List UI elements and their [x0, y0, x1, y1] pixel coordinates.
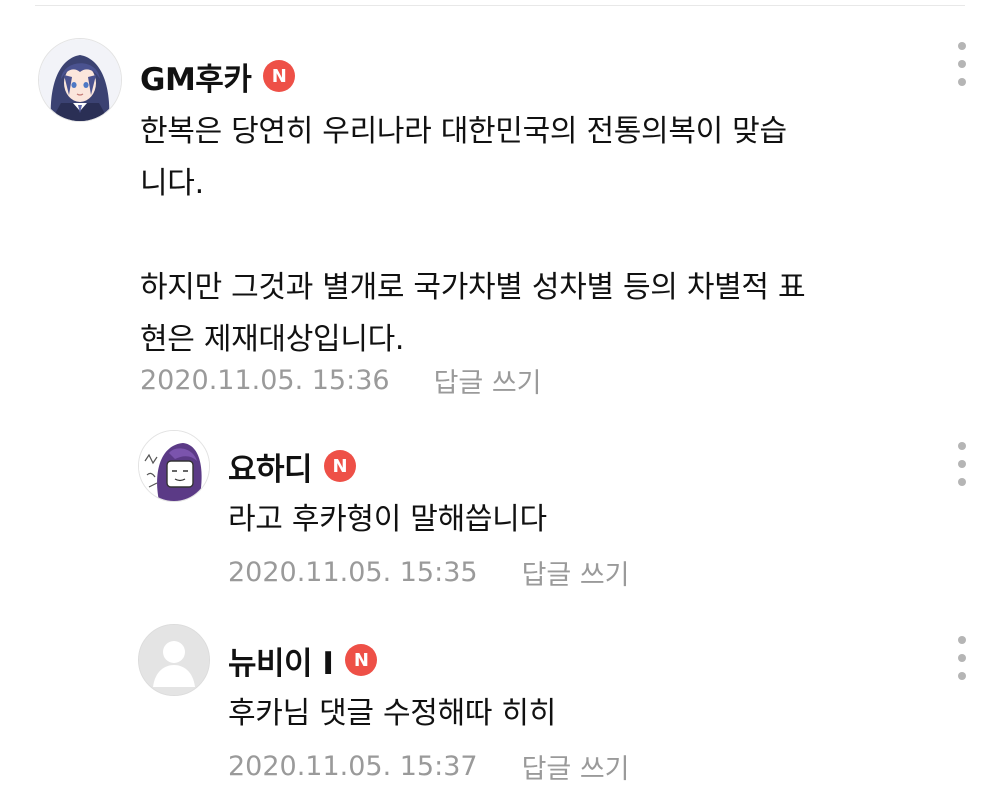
avatar[interactable]	[138, 430, 210, 502]
comment-timestamp: 2020.11.05. 15:35	[228, 556, 478, 588]
sketch-avatar-icon	[139, 431, 209, 501]
more-options-icon[interactable]	[952, 442, 972, 486]
reply-button[interactable]: 답글 쓰기	[434, 361, 542, 400]
nickname[interactable]: 뉴비이 I	[228, 638, 334, 683]
comment-text: 후카님 댓글 수정해따 히히	[228, 696, 557, 731]
anime-avatar-icon	[39, 39, 121, 121]
more-options-icon[interactable]	[952, 42, 972, 86]
comment-timestamp: 2020.11.05. 15:37	[228, 750, 478, 782]
default-avatar-icon	[139, 625, 209, 695]
new-badge: N	[345, 644, 378, 676]
new-badge: N	[324, 450, 357, 482]
top-divider	[35, 5, 965, 6]
reply-button[interactable]: 답글 쓰기	[522, 553, 630, 592]
comment-text: 라고 후카형이 말해씁니다	[228, 502, 547, 537]
comment-text: 한복은 당연히 우리나라 대한민국의 전통의복이 맞습 니다. 하지만 그것과 …	[140, 114, 806, 357]
reply-button[interactable]: 답글 쓰기	[522, 747, 630, 786]
avatar[interactable]	[138, 624, 210, 696]
nickname[interactable]: GM후카	[140, 54, 252, 99]
more-options-icon[interactable]	[952, 636, 972, 680]
nickname[interactable]: 요하디	[228, 444, 313, 489]
new-badge: N	[263, 60, 296, 92]
comment-timestamp: 2020.11.05. 15:36	[140, 364, 390, 396]
avatar[interactable]	[38, 38, 122, 122]
